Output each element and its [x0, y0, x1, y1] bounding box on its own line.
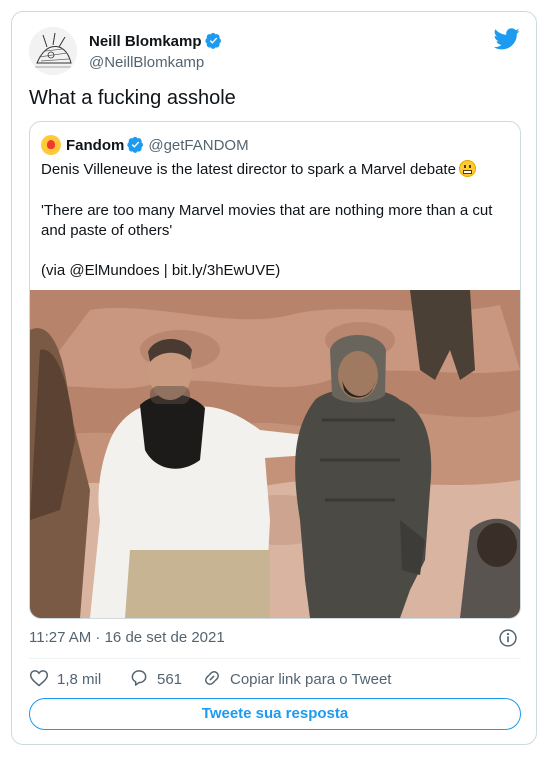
quoted-text-1: Denis Villeneuve is the latest director … — [41, 161, 456, 178]
author-avatar[interactable] — [29, 27, 77, 75]
sketch-avatar-icon — [29, 27, 77, 75]
tweet-card: Neill Blomkamp @NeillBlomkamp What a fuc… — [11, 11, 537, 745]
reply-bubble-icon — [131, 670, 147, 686]
heart-icon — [29, 670, 49, 687]
twitter-bird-icon[interactable] — [494, 28, 520, 50]
quoted-text-2: 'There are too many Marvel movies that a… — [41, 202, 493, 219]
quoted-handle[interactable]: @getFANDOM — [148, 137, 248, 154]
tweet-text: What a fucking asshole — [29, 87, 236, 109]
grimacing-face-emoji-icon — [458, 160, 476, 177]
info-icon[interactable] — [498, 628, 518, 648]
verified-badge-icon — [204, 32, 221, 49]
quoted-header: Fandom @getFANDOM — [41, 135, 249, 155]
tweet-timestamp[interactable]: 11:27 AM · 16 de set de 2021 — [29, 629, 225, 646]
copy-link-button[interactable]: Copiar link para o Tweet — [202, 668, 391, 688]
link-icon — [205, 671, 219, 685]
quoted-text-4: (via @ElMundoes | bit.ly/3hEwUVE) — [41, 262, 281, 279]
fandom-logo-icon — [41, 135, 61, 155]
quoted-tweet[interactable]: Fandom @getFANDOM Denis Villeneuve is th… — [29, 121, 521, 619]
copy-link-label: Copiar link para o Tweet — [230, 671, 392, 688]
quoted-photo[interactable] — [30, 290, 520, 618]
quoted-text-3: and paste of others' — [41, 222, 173, 239]
like-button[interactable]: 1,8 mil — [29, 668, 101, 688]
film-set-photo — [30, 290, 520, 618]
author-name[interactable]: Neill Blomkamp — [89, 33, 202, 50]
verified-badge-icon — [127, 136, 144, 153]
like-count: 1,8 mil — [57, 671, 102, 688]
divider — [29, 658, 521, 659]
quoted-line-1: Denis Villeneuve is the latest director … — [41, 160, 476, 180]
reply-button[interactable]: Tweete sua resposta — [29, 698, 521, 730]
reply-count: 561 — [157, 671, 183, 688]
quoted-name[interactable]: Fandom — [66, 137, 124, 154]
author-handle[interactable]: @NeillBlomkamp — [89, 54, 204, 71]
author-name-row[interactable]: Neill Blomkamp — [89, 32, 222, 50]
reply-count-button[interactable]: 561 — [129, 668, 182, 688]
